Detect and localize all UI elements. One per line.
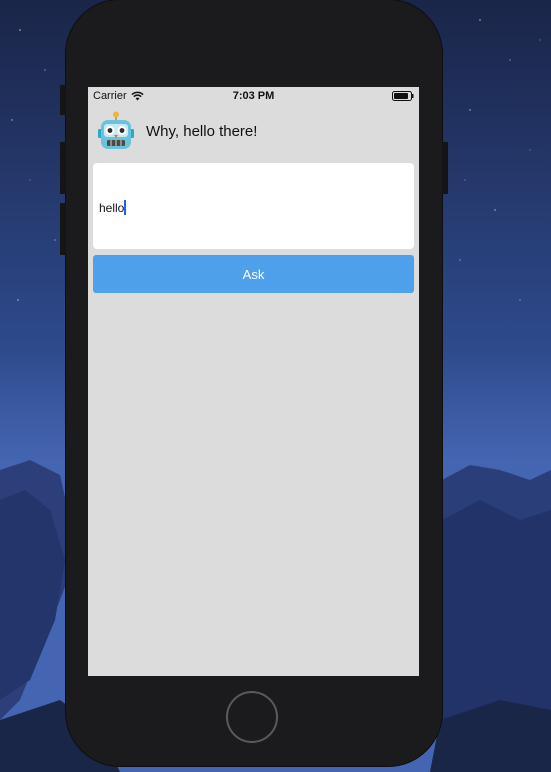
- text-caret: [124, 200, 127, 215]
- status-bar: Carrier 7:03 PM: [88, 87, 419, 105]
- status-time: 7:03 PM: [232, 90, 275, 102]
- app-screen: Carrier 7:03 PM Why, hello there! hello …: [88, 87, 419, 676]
- question-input[interactable]: hello: [93, 163, 414, 249]
- mute-switch: [60, 85, 66, 115]
- ask-button-label: Ask: [242, 266, 265, 282]
- robot-icon: [98, 111, 134, 149]
- volume-down-button: [60, 203, 66, 255]
- greeting-text: Why, hello there!: [146, 122, 258, 140]
- question-input-value: hello: [99, 200, 125, 215]
- desktop-wallpaper: Carrier 7:03 PM Why, hello there! hello …: [0, 0, 551, 772]
- home-button[interactable]: [226, 691, 278, 743]
- chat-header: Why, hello there!: [96, 111, 257, 151]
- volume-up-button: [60, 142, 66, 194]
- battery-icon: [392, 91, 414, 101]
- ask-button[interactable]: Ask: [93, 255, 414, 293]
- question-input-content[interactable]: hello: [99, 200, 127, 215]
- power-button: [442, 142, 448, 194]
